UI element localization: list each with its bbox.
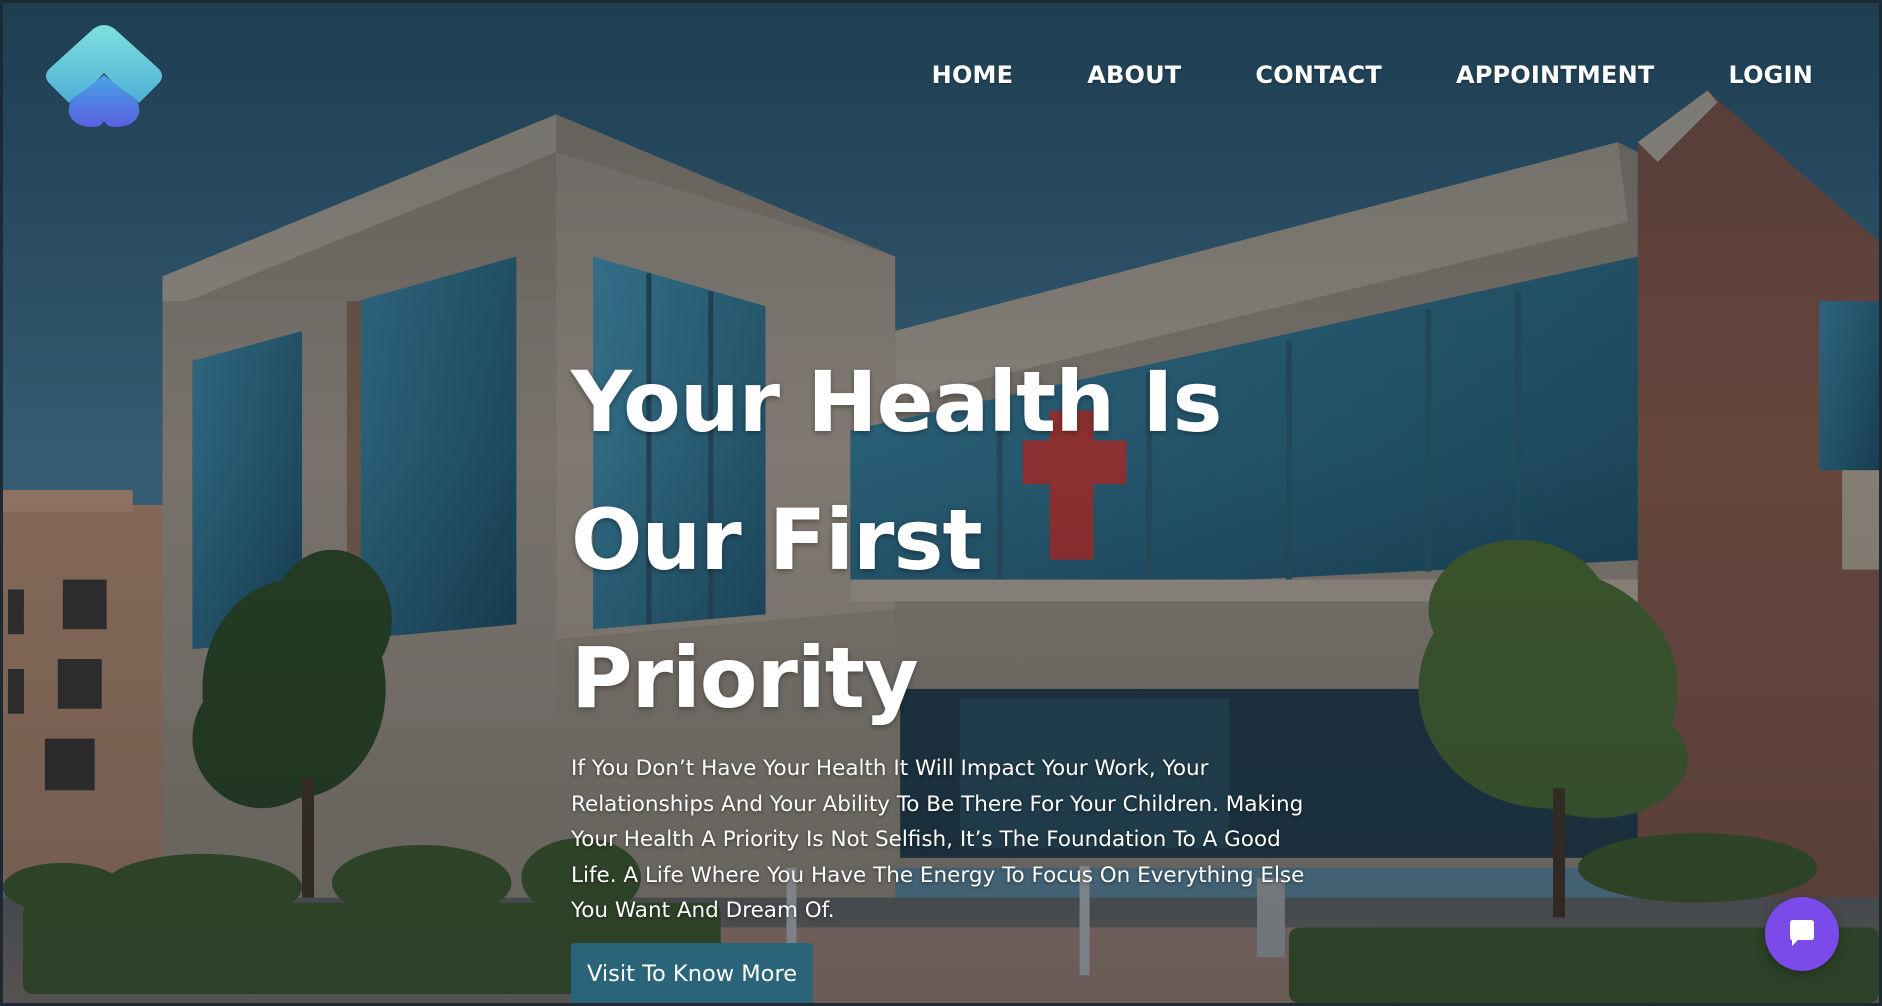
hero-title: Your Health Is Our First Priority <box>571 333 1331 747</box>
chat-launcher-button[interactable] <box>1765 897 1839 971</box>
nav-about-link[interactable]: ABOUT <box>1087 61 1181 89</box>
hero-description: If You Don’t Have Your Health It Will Im… <box>571 756 1305 923</box>
brand-logo-icon[interactable] <box>41 21 167 131</box>
hero-section: Your Health Is Our First Priority If You… <box>571 333 1331 1003</box>
chat-bubble-icon <box>1790 920 1814 946</box>
landing-page: HOME ABOUT CONTACT APPOINTMENT LOGIN You… <box>0 0 1882 1006</box>
nav-home-link[interactable]: HOME <box>932 61 1014 89</box>
nav-login-link[interactable]: LOGIN <box>1728 61 1813 89</box>
nav-appointment-link[interactable]: APPOINTMENT <box>1456 61 1654 89</box>
main-nav: HOME ABOUT CONTACT APPOINTMENT LOGIN <box>932 61 1813 89</box>
nav-contact-link[interactable]: CONTACT <box>1255 61 1382 89</box>
visit-to-know-more-button[interactable]: Visit To Know More <box>571 942 814 1003</box>
hero-title-line-1: Your Health Is <box>571 353 1223 451</box>
hero-title-line-2: Our First Priority <box>571 491 983 727</box>
